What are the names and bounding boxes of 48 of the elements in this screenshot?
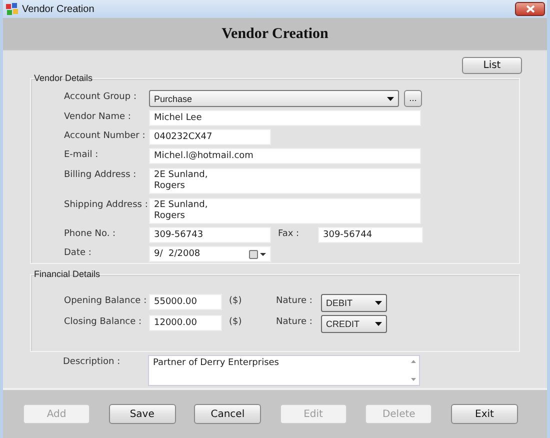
input-field[interactable]: 040232CX47: [149, 129, 271, 145]
browse-button[interactable]: ...: [404, 90, 422, 107]
field-label: Opening Balance :: [64, 295, 148, 306]
action-button[interactable]: Cancel: [194, 404, 262, 424]
address-field[interactable]: 2E Sunland, Rogers: [149, 168, 421, 194]
field-label: Date :: [64, 247, 92, 258]
field-label: Nature :: [276, 295, 314, 306]
nature-dropdown[interactable]: DEBIT: [321, 294, 387, 312]
field-label: Account Number :: [64, 130, 146, 141]
input-field[interactable]: 55000.00: [149, 294, 222, 310]
unit-label: ($): [228, 295, 243, 306]
list-button[interactable]: List: [462, 57, 522, 74]
form-title: Vendor Creation: [222, 26, 328, 42]
field-label: Shipping Address :: [64, 199, 149, 210]
action-button[interactable]: Save: [108, 404, 176, 424]
nature-dropdown[interactable]: CREDIT: [321, 315, 387, 333]
field-label: Fax :: [278, 228, 300, 239]
field-label: Vendor Name :: [64, 111, 132, 122]
field-label: Billing Address :: [64, 169, 138, 180]
address-field[interactable]: 2E Sunland, Rogers: [149, 198, 421, 224]
account-group-dropdown[interactable]: Purchase: [149, 90, 399, 107]
field-label: Closing Balance :: [64, 316, 143, 327]
field-label: E-mail :: [64, 149, 100, 160]
input-field[interactable]: 309-56743: [149, 227, 271, 243]
caret-icon: [375, 301, 382, 305]
close-icon: [526, 5, 534, 13]
caret-icon: [387, 96, 394, 100]
app-icon: [5, 2, 19, 16]
window-title: Vendor Creation: [22, 4, 96, 14]
caret-icon: [375, 322, 382, 326]
scroll-up-icon: [410, 360, 416, 363]
group-label: Vendor Details: [34, 73, 93, 83]
field-label: Nature :: [276, 316, 314, 327]
calendar-dropdown-icon: [249, 250, 266, 258]
group-label: Financial Details: [34, 269, 100, 279]
input-field[interactable]: 12000.00: [149, 315, 222, 331]
input-field[interactable]: Michel.l@hotmail.com: [149, 148, 421, 164]
field-label: Description :: [63, 356, 122, 369]
input-field[interactable]: Michel Lee: [149, 110, 421, 126]
field-label: Account Group :: [64, 91, 138, 102]
input-field[interactable]: 309-56744: [318, 227, 423, 243]
field-label: Phone No. :: [64, 228, 117, 239]
date-picker[interactable]: 9/ 2/2008: [149, 246, 271, 262]
scroll-down-icon: [410, 378, 416, 381]
unit-label: ($): [228, 316, 243, 327]
close-button[interactable]: [515, 2, 545, 16]
description-field[interactable]: Partner of Derry Enterprises: [148, 355, 420, 386]
action-button[interactable]: Exit: [450, 404, 518, 424]
